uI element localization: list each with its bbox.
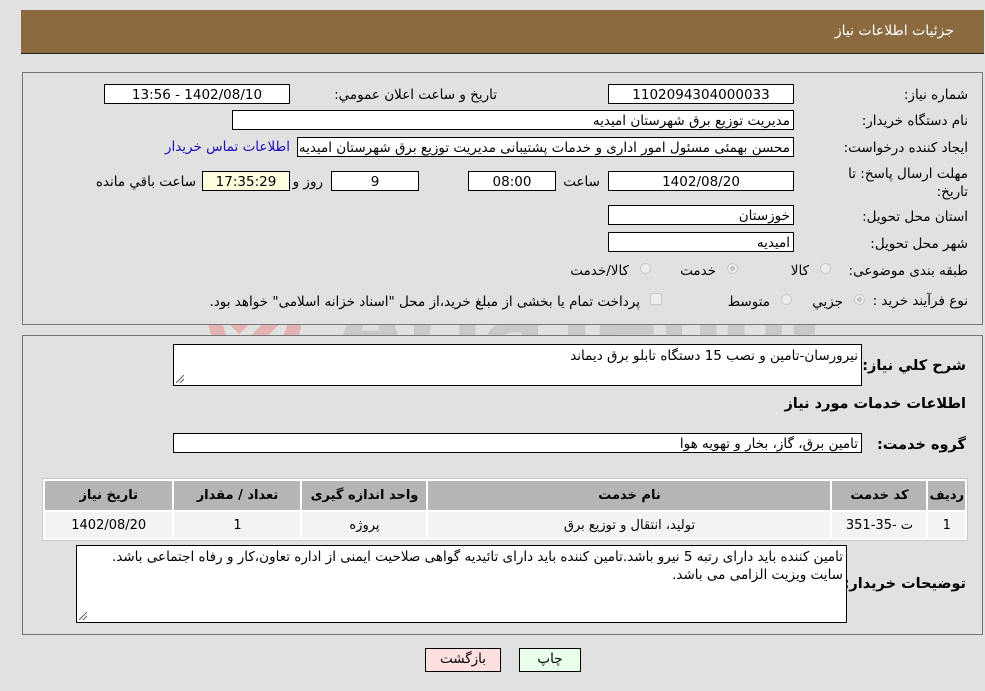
process-radio-minor[interactable] (854, 294, 865, 305)
col-service-name: نام خدمت (428, 481, 831, 510)
resize-handle[interactable] (176, 375, 184, 383)
print-button[interactable]: چاپ (519, 648, 581, 672)
treasury-checkbox[interactable] (650, 293, 662, 305)
service-group-field[interactable]: تامین برق، گاز، بخار و تهویه هوا (173, 433, 862, 453)
process-option-medium: متوسط (727, 294, 770, 310)
category-label: طبقه بندی موضوعی: (848, 263, 968, 279)
cell-unit: پروژه (302, 512, 427, 538)
process-option-minor: جزيي (812, 294, 843, 310)
buyer-org-field[interactable]: مدیریت توزیع برق شهرستان امیدیه (232, 110, 794, 130)
deadline-label: مهلت ارسال پاسخ: تا تاریخ: (848, 166, 968, 200)
col-row-number: رديف (928, 481, 965, 510)
remaining-time-field: 17:35:29 (202, 171, 290, 191)
deadline-time-field[interactable]: 08:00 (468, 171, 556, 191)
description-text: نیرورسان-تامین و نصب 15 دستگاه تابلو برق… (570, 348, 858, 364)
creator-label: ایجاد کننده درخواست: (843, 140, 968, 156)
buyer-org-label: نام دستگاه خريدار: (861, 113, 968, 129)
time-label: ساعت (563, 174, 600, 190)
process-radio-medium[interactable] (781, 294, 792, 305)
cell-need-date: 1402/08/20 (45, 512, 173, 538)
need-number-field[interactable]: 1102094304000033 (608, 84, 794, 104)
province-field[interactable]: خوزستان (608, 205, 794, 225)
back-button[interactable]: بازگشت (425, 648, 501, 672)
buyer-notes-label: توضيحات خريدار: (843, 576, 966, 592)
cell-quantity: 1 (174, 512, 301, 538)
category-radio-goods-service[interactable] (640, 263, 651, 274)
col-quantity: تعداد / مقدار (174, 481, 301, 510)
category-option-goods-service: کالا/خدمت (570, 263, 629, 279)
city-label: شهر محل تحویل: (870, 236, 968, 252)
creator-field[interactable]: محسن بهمئی مسئول امور اداری و خدمات پشتی… (297, 137, 794, 157)
table-row: 1 ت -35-351 تولید، انتقال و توزیع برق پر… (45, 512, 965, 538)
buyer-notes-textarea[interactable]: تامین کننده باید دارای رتبه 5 نیرو باشد.… (76, 545, 847, 623)
description-panel: شرح کلي نياز: نیرورسان-تامین و نصب 15 دس… (22, 335, 983, 635)
announce-label: تاریخ و ساعت اعلان عمومي: (334, 87, 497, 103)
table-header-row: رديف کد خدمت نام خدمت واحد اندازه گيری ت… (45, 481, 965, 510)
days-label: روز و (292, 174, 323, 190)
category-radio-service[interactable] (727, 263, 738, 274)
services-section-title: اطلاعات خدمات مورد نياز (784, 396, 966, 412)
category-option-goods: کالا (790, 263, 809, 279)
resize-handle[interactable] (79, 612, 87, 620)
remaining-label: ساعت باقي مانده (95, 174, 196, 190)
col-need-date: تاریخ نیاز (45, 481, 173, 510)
description-textarea[interactable]: نیرورسان-تامین و نصب 15 دستگاه تابلو برق… (173, 344, 862, 386)
page-title: جزئیات اطلاعات نیاز (834, 23, 954, 39)
announce-field[interactable]: 1402/08/10 - 13:56 (104, 84, 290, 104)
need-info-panel: شماره نیاز: 1102094304000033 تاریخ و ساع… (22, 72, 983, 325)
cell-row-number: 1 (928, 512, 965, 538)
deadline-date-field[interactable]: 1402/08/20 (608, 171, 794, 191)
city-field[interactable]: امیدیه (608, 232, 794, 252)
services-table: رديف کد خدمت نام خدمت واحد اندازه گيری ت… (42, 478, 968, 541)
buyer-notes-text: تامین کننده باید دارای رتبه 5 نیرو باشد.… (111, 549, 843, 583)
category-radio-goods[interactable] (820, 263, 831, 274)
days-field[interactable]: 9 (331, 171, 419, 191)
process-label: نوع فرآیند خرید : (872, 293, 968, 309)
buyer-contact-link[interactable]: اطلاعات تماس خريدار (165, 139, 290, 155)
need-number-label: شماره نیاز: (903, 87, 968, 103)
province-label: استان محل تحویل: (862, 209, 968, 225)
page-header: جزئیات اطلاعات نیاز (21, 10, 984, 54)
description-label: شرح کلي نياز: (862, 358, 966, 374)
col-unit: واحد اندازه گيری (302, 481, 427, 510)
cell-service-name: تولید، انتقال و توزیع برق (428, 512, 831, 538)
cell-service-code: ت -35-351 (832, 512, 927, 538)
category-option-service: خدمت (680, 263, 716, 279)
col-service-code: کد خدمت (832, 481, 927, 510)
service-group-label: گروه خدمت: (876, 437, 966, 453)
treasury-note: پرداخت تمام یا بخشی از مبلغ خرید،از محل … (209, 294, 640, 310)
